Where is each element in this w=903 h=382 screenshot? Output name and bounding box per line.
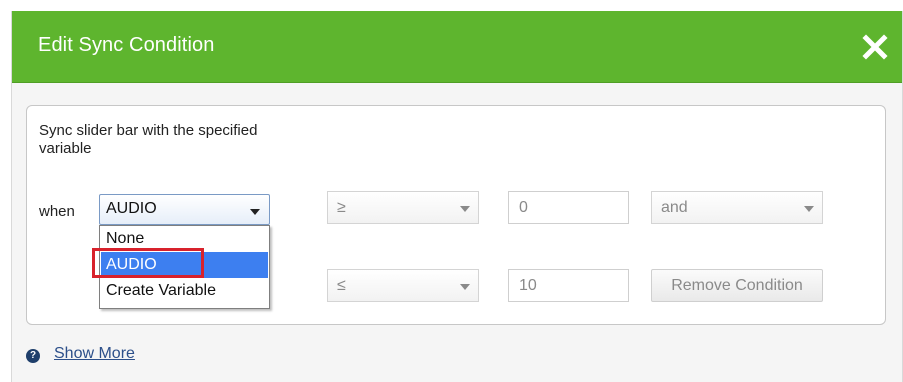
conjunction-select-value: and xyxy=(661,199,688,216)
value-input-2[interactable]: 10 xyxy=(508,269,629,302)
operator-select-1[interactable]: ≥ xyxy=(327,191,479,224)
conjunction-select[interactable]: and xyxy=(651,191,823,224)
when-label: when xyxy=(39,203,75,220)
edit-sync-condition-dialog: Edit Sync Condition Sync slider bar with… xyxy=(11,11,903,382)
chevron-down-icon xyxy=(804,206,814,212)
condition-panel: Sync slider bar with the specified varia… xyxy=(26,105,886,325)
operator-select-1-value: ≥ xyxy=(337,199,346,216)
chevron-down-icon xyxy=(460,206,470,212)
chevron-down-icon xyxy=(460,284,470,290)
variable-select-value: AUDIO xyxy=(106,200,157,217)
value-input-1-text: 0 xyxy=(519,199,528,216)
question-icon: ? xyxy=(26,349,40,363)
dialog-titlebar: Edit Sync Condition xyxy=(12,11,902,83)
close-icon[interactable] xyxy=(861,33,889,61)
operator-select-2[interactable]: ≤ xyxy=(327,269,479,302)
operator-select-2-value: ≤ xyxy=(337,277,346,294)
value-input-2-text: 10 xyxy=(519,277,537,294)
highlight-box xyxy=(92,248,204,278)
option-create-variable[interactable]: Create Variable xyxy=(101,278,268,304)
value-input-1[interactable]: 0 xyxy=(508,191,629,224)
chevron-down-icon xyxy=(250,209,260,215)
dialog-title: Edit Sync Condition xyxy=(38,34,215,56)
panel-description: Sync slider bar with the specified varia… xyxy=(39,122,258,157)
variable-dropdown-list: None AUDIO Create Variable xyxy=(92,225,270,309)
remove-condition-button[interactable]: Remove Condition xyxy=(651,269,823,302)
show-more-link[interactable]: Show More xyxy=(54,345,135,363)
variable-select[interactable]: AUDIO xyxy=(99,194,270,225)
